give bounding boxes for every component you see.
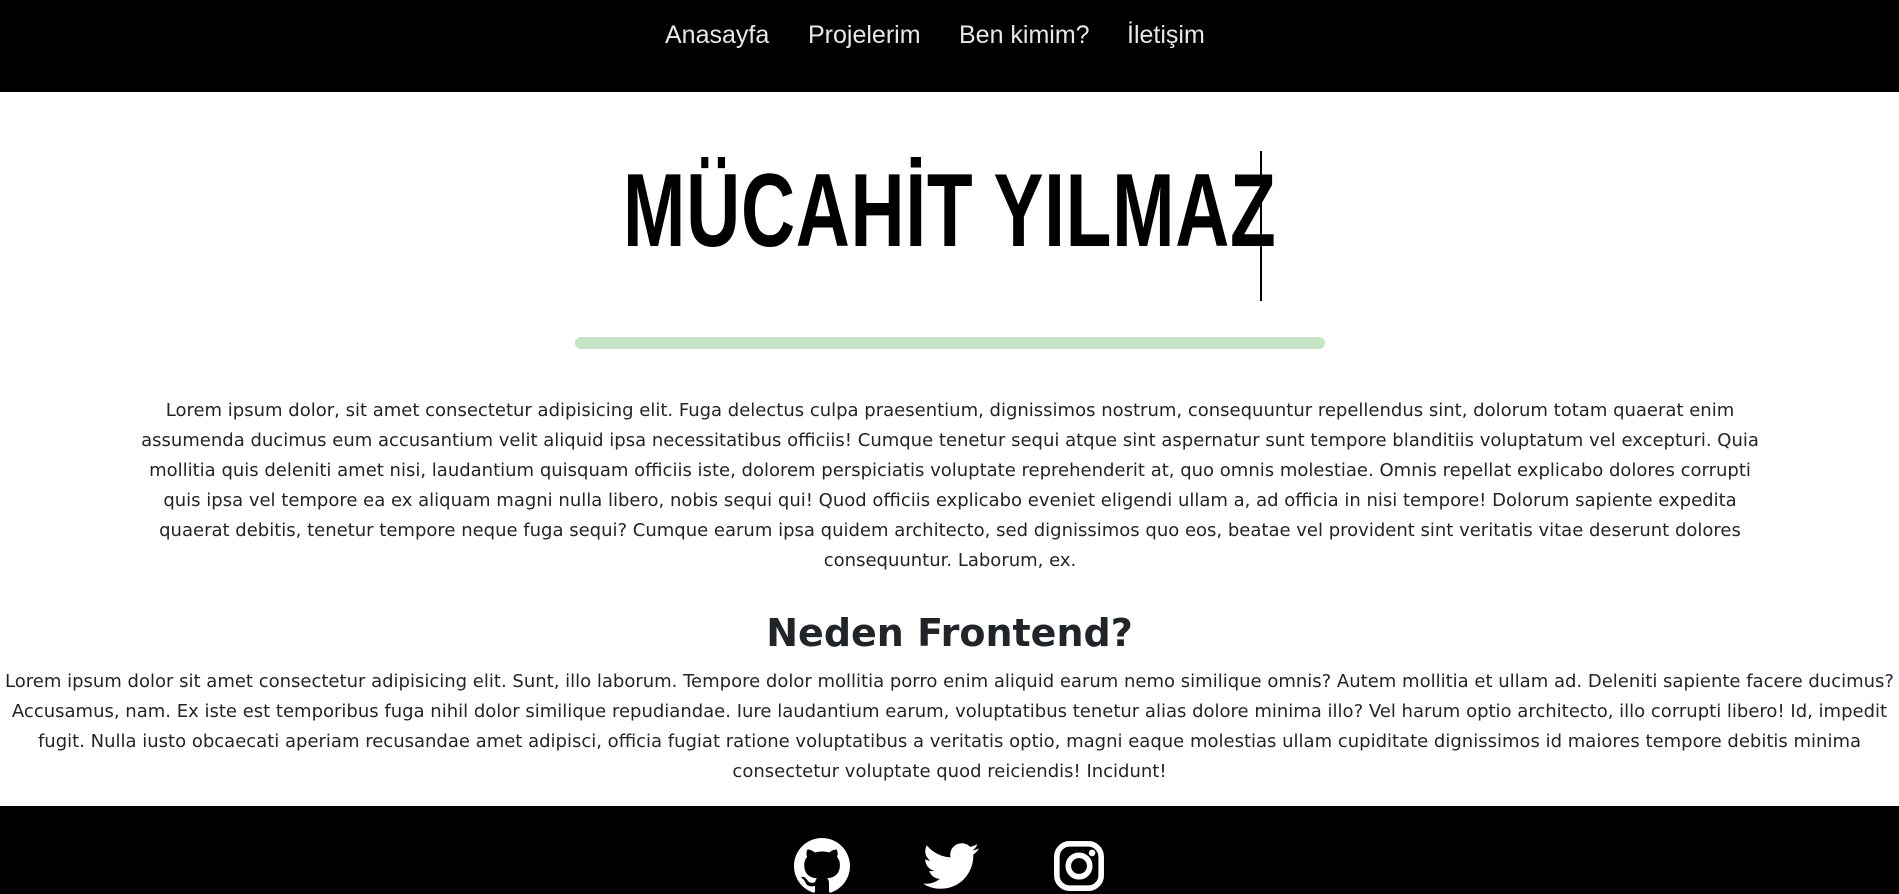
footer: [0, 806, 1899, 894]
instagram-icon: [1054, 841, 1104, 891]
github-icon: [794, 838, 850, 893]
nav-link-iletisim[interactable]: İletişim: [1127, 18, 1205, 52]
hero-heading: MÜCAHİT YILMAZ: [0, 146, 1899, 276]
instagram-link[interactable]: [1051, 838, 1107, 894]
section-paragraph: Lorem ipsum dolor sit amet consectetur a…: [5, 671, 1894, 782]
twitter-icon: [923, 843, 979, 889]
page-title: MÜCAHİT YILMAZ: [622, 153, 1277, 269]
nav-link-ben-kimim[interactable]: Ben kimim?: [959, 18, 1090, 52]
top-navigation: Anasayfa Projelerim Ben kimim? İletişim: [0, 0, 1899, 92]
accent-divider: [575, 337, 1325, 349]
nav-link-anasayfa[interactable]: Anasayfa: [665, 18, 769, 52]
github-link[interactable]: [794, 838, 850, 894]
intro-paragraph: Lorem ipsum dolor, sit amet consectetur …: [141, 400, 1759, 571]
twitter-link[interactable]: [923, 838, 979, 894]
section-heading: Neden Frontend?: [766, 611, 1133, 655]
typing-caret: [1260, 151, 1262, 301]
nav-link-projelerim[interactable]: Projelerim: [808, 18, 921, 52]
